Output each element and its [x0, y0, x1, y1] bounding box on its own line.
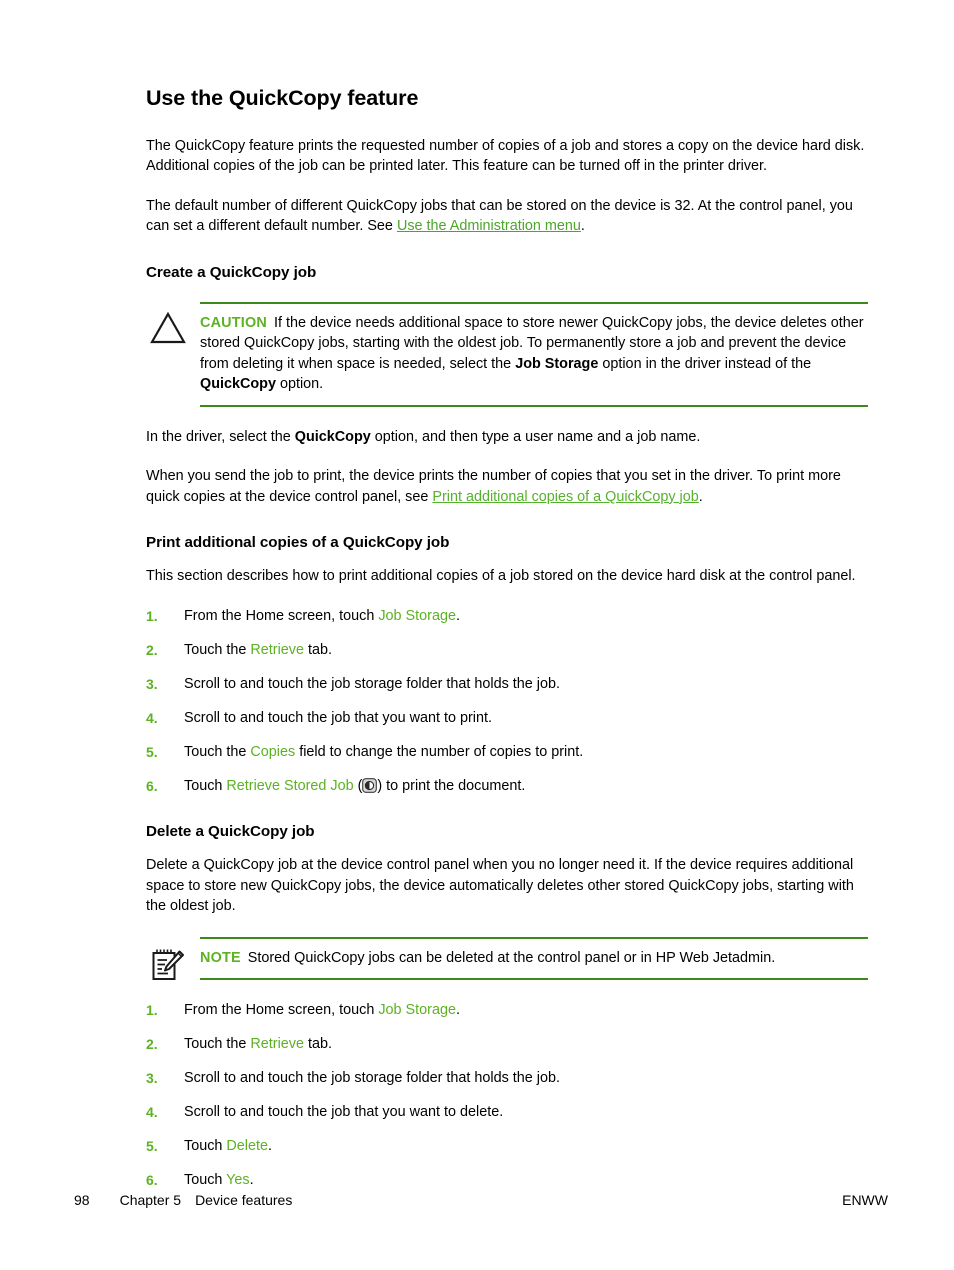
step-text-post2: ) to print the document. [377, 777, 526, 794]
print-steps-list: 1. From the Home screen, touch Job Storag… [146, 606, 868, 797]
step-number: 3. [146, 675, 158, 692]
ui-term-job-storage[interactable]: Job Storage [378, 608, 456, 624]
heading-print-additional-copies: Print additional copies of a QuickCopy j… [146, 534, 450, 552]
step-text-pre: From the Home screen, touch [184, 607, 379, 624]
step-number: 4. [146, 709, 158, 726]
step-text-pre: Scroll to and touch the job storage fold… [184, 1070, 560, 1087]
delete-steps-list: 1. From the Home screen, touch Job Storag… [146, 1000, 868, 1191]
link-use-the-administration-menu[interactable]: Use the Administration menu [397, 218, 581, 234]
list-item: 5. Touch the Copies field to change the n… [146, 742, 868, 763]
note-text-content: Stored QuickCopy jobs can be deleted at … [247, 949, 776, 966]
ui-term-retrieve[interactable]: Retrieve [250, 1036, 304, 1052]
step-text-pre: Touch [184, 777, 227, 794]
step-text-post: . [249, 1172, 254, 1189]
print-steps-block: 1. From the Home screen, touch Job Storag… [146, 606, 868, 797]
note-label: NOTE [200, 949, 241, 966]
step-text-post: . [455, 607, 460, 624]
intro-paragraph: The QuickCopy feature prints the request… [146, 137, 865, 175]
ui-term-retrieve-stored-job[interactable]: Retrieve Stored Job [226, 778, 353, 794]
ui-term-yes[interactable]: Yes [226, 1172, 249, 1188]
driver-paragraph-part1: In the driver, select the [146, 428, 295, 445]
footer-locale: ENWW [842, 1192, 888, 1208]
step-text-pre: Touch the [184, 641, 251, 658]
step-number: 5. [146, 743, 158, 760]
note-admonition: NOTE Stored QuickCopy jobs can be deleted… [146, 936, 868, 981]
step-number: 1. [146, 607, 158, 624]
list-item: 5. Touch Delete. [146, 1136, 868, 1157]
heading-create-a-quickcopy-job: Create a QuickCopy job [146, 263, 317, 281]
footer-page-number: 98 [74, 1192, 90, 1208]
send-paragraph-text-after: . [698, 488, 703, 505]
caution-triangle-icon [148, 310, 190, 350]
step-number: 5. [146, 1138, 158, 1155]
ui-term-copies[interactable]: Copies [250, 744, 295, 760]
step-number: 3. [146, 1070, 158, 1087]
list-item: 6. Touch Yes. [146, 1170, 868, 1191]
page-content: Use the QuickCopy feature The QuickCopy … [146, 86, 868, 1191]
footer-chapter: Chapter 5 [119, 1192, 182, 1208]
step-text-pre: Touch the [184, 1036, 251, 1053]
note-body: NOTE Stored QuickCopy jobs can be deleted… [200, 936, 868, 981]
print-section-intro: This section describes how to print addi… [146, 568, 856, 585]
caution-bold-quickcopy: QuickCopy [200, 376, 276, 393]
driver-paragraph-bold-quickcopy: QuickCopy [294, 428, 371, 445]
caution-text-part3: option. [275, 376, 324, 393]
list-item: 1. From the Home screen, touch Job Storag… [146, 606, 868, 627]
ui-term-retrieve[interactable]: Retrieve [250, 642, 304, 658]
document-page: Use the QuickCopy feature The QuickCopy … [0, 0, 954, 1270]
send-job-paragraph: When you send the job to print, the devi… [146, 466, 868, 507]
step-text-post: tab. [304, 641, 333, 658]
step-text-pre: Scroll to and touch the job that you wan… [184, 709, 492, 726]
page-title: Use the QuickCopy feature [146, 86, 419, 110]
caution-label: CAUTION [200, 314, 267, 331]
driver-select-paragraph: In the driver, select the QuickCopy opti… [146, 427, 868, 448]
list-item: 2. Touch the Retrieve tab. [146, 1034, 868, 1055]
step-text-post: . [268, 1138, 273, 1155]
delete-steps-block: 1. From the Home screen, touch Job Storag… [146, 1000, 868, 1191]
list-item: 6. Touch Retrieve Stored Job ( ) to print … [146, 776, 868, 797]
start-button-icon [362, 777, 378, 793]
default-number-paragraph: The default number of different QuickCop… [146, 196, 868, 237]
step-text-pre: Touch the [184, 743, 251, 760]
list-item: 2. Touch the Retrieve tab. [146, 640, 868, 661]
step-text-pre: Touch [184, 1138, 227, 1155]
step-number: 6. [146, 1172, 158, 1189]
list-item: 4. Scroll to and touch the job that you w… [146, 1102, 868, 1123]
driver-paragraph-part2: option, and then type a user name and a … [370, 428, 701, 445]
note-pad-pencil-icon [148, 945, 190, 985]
caution-text: CAUTION If the device needs additional sp… [200, 313, 868, 395]
step-number: 4. [146, 1104, 158, 1121]
caution-body: CAUTION If the device needs additional sp… [200, 301, 868, 407]
step-number: 1. [146, 1002, 158, 1019]
footer-left: 98 Chapter 5 Device features [74, 1192, 292, 1208]
step-text-pre: From the Home screen, touch [184, 1002, 379, 1019]
step-text-post: tab. [304, 1036, 333, 1053]
list-item: 4. Scroll to and touch the job that you w… [146, 708, 868, 729]
heading-delete-a-quickcopy-job: Delete a QuickCopy job [146, 823, 315, 841]
step-text-post: ( [353, 777, 363, 794]
footer-chapter-title: Device features [195, 1192, 293, 1208]
caution-bold-job-storage: Job Storage [515, 355, 599, 372]
link-print-additional-copies-of-a-quickcopy-job[interactable]: Print additional copies of a QuickCopy j… [432, 489, 698, 505]
list-item: 1. From the Home screen, touch Job Storag… [146, 1000, 868, 1021]
step-text-post: . [455, 1002, 460, 1019]
list-item: 3. Scroll to and touch the job storage fo… [146, 674, 868, 695]
default-paragraph-text-after: . [580, 218, 585, 235]
list-item: 3. Scroll to and touch the job storage fo… [146, 1068, 868, 1089]
ui-term-delete[interactable]: Delete [226, 1138, 268, 1154]
caution-text-part2: option in the driver instead of the [598, 355, 812, 372]
step-number: 6. [146, 777, 158, 794]
step-text-post: field to change the number of copies to … [295, 743, 584, 760]
step-text-pre: Scroll to and touch the job that you wan… [184, 1104, 504, 1121]
step-text-pre: Scroll to and touch the job storage fold… [184, 675, 560, 692]
delete-section-intro: Delete a QuickCopy job at the device con… [146, 857, 854, 915]
step-number: 2. [146, 1036, 158, 1053]
step-number: 2. [146, 641, 158, 658]
caution-admonition: CAUTION If the device needs additional sp… [146, 301, 868, 407]
ui-term-job-storage[interactable]: Job Storage [378, 1002, 456, 1018]
page-footer: 98 Chapter 5 Device features ENWW [74, 1192, 888, 1212]
note-text: NOTE Stored QuickCopy jobs can be deleted… [200, 948, 868, 969]
step-text-pre: Touch [184, 1172, 227, 1189]
